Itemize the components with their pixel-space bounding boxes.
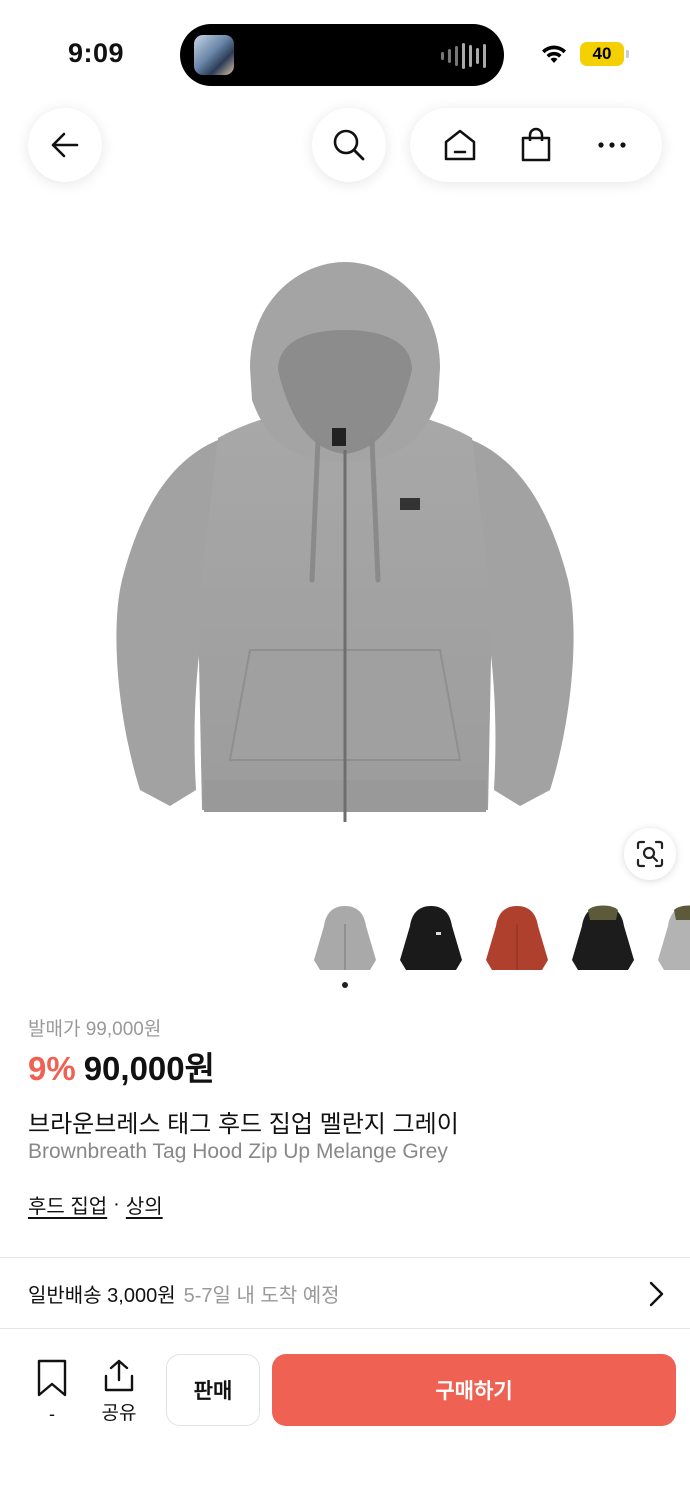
category-link-tops[interactable]: 상의 xyxy=(126,1190,163,1219)
sale-price: 90,000원 xyxy=(83,1050,215,1087)
product-title-en: Brownbreath Tag Hood Zip Up Melange Grey xyxy=(28,1140,448,1163)
share-button[interactable]: 공유 xyxy=(96,1358,142,1428)
product-image[interactable] xyxy=(100,250,590,840)
thumbnail-camo-black-hoodie[interactable] xyxy=(568,898,638,974)
category-separator: · xyxy=(113,1193,120,1215)
nav-action-group xyxy=(410,108,662,182)
shipping-info-row[interactable]: 일반배송 3,000원 5-7일 내 도착 예정 xyxy=(28,1268,668,1318)
dynamic-island[interactable] xyxy=(180,24,504,86)
shipping-fee: 일반배송 3,000원 xyxy=(28,1284,176,1307)
product-title-ko: 브라운브레스 태그 후드 집업 멜란지 그레이 xyxy=(28,1111,459,1138)
now-playing-artwork xyxy=(194,35,234,75)
status-indicators: 40 xyxy=(540,42,629,66)
status-time: 9:09 xyxy=(68,38,125,68)
bookmark-icon xyxy=(37,1359,67,1397)
thumbnail-grey-hoodie[interactable] xyxy=(310,898,380,974)
image-search-button[interactable] xyxy=(624,828,676,880)
back-arrow-icon xyxy=(51,132,79,158)
divider xyxy=(0,1257,690,1258)
status-bar: 9:09 40 xyxy=(0,0,690,100)
more-button[interactable] xyxy=(582,115,642,175)
thumbnail-red-hoodie[interactable] xyxy=(482,898,552,974)
buy-button[interactable]: 구매하기 xyxy=(272,1354,676,1426)
image-search-icon xyxy=(636,840,664,868)
back-button[interactable] xyxy=(28,108,102,182)
home-button[interactable] xyxy=(430,115,490,175)
category-link-hood-zipup[interactable]: 후드 집업 xyxy=(28,1190,107,1219)
bookmark-count: - xyxy=(49,1404,55,1424)
battery-level: 40 xyxy=(592,44,612,63)
shopping-bag-icon xyxy=(521,127,551,162)
thumbnail-grey-hoodie-2[interactable] xyxy=(654,898,690,974)
cart-button[interactable] xyxy=(506,115,566,175)
share-icon xyxy=(104,1359,134,1392)
discount-rate: 9% xyxy=(28,1050,76,1087)
share-label: 공유 xyxy=(101,1403,137,1424)
battery-indicator: 40 xyxy=(580,42,629,66)
search-icon xyxy=(333,129,365,161)
color-thumbnails xyxy=(310,898,690,978)
chevron-right-icon xyxy=(649,1281,664,1307)
bottom-action-bar: - 공유 판매 구매하기 xyxy=(0,1336,690,1500)
divider xyxy=(0,1328,690,1329)
search-button[interactable] xyxy=(312,108,386,182)
price-row: 9% 90,000원 xyxy=(28,1042,215,1090)
audio-waveform-icon xyxy=(441,42,486,70)
shipping-eta: 5-7일 내 도착 예정 xyxy=(183,1284,340,1307)
category-links: 후드 집업 · 상의 xyxy=(28,1190,163,1219)
thumbnail-black-hoodie[interactable] xyxy=(396,898,466,974)
more-icon xyxy=(598,142,626,148)
wifi-icon xyxy=(542,45,566,63)
pager-indicator xyxy=(342,982,348,988)
bookmark-button[interactable]: - xyxy=(30,1358,74,1428)
sell-button[interactable]: 판매 xyxy=(166,1354,260,1426)
retail-price: 발매가 99,000원 xyxy=(28,1019,162,1040)
home-icon xyxy=(444,129,476,161)
